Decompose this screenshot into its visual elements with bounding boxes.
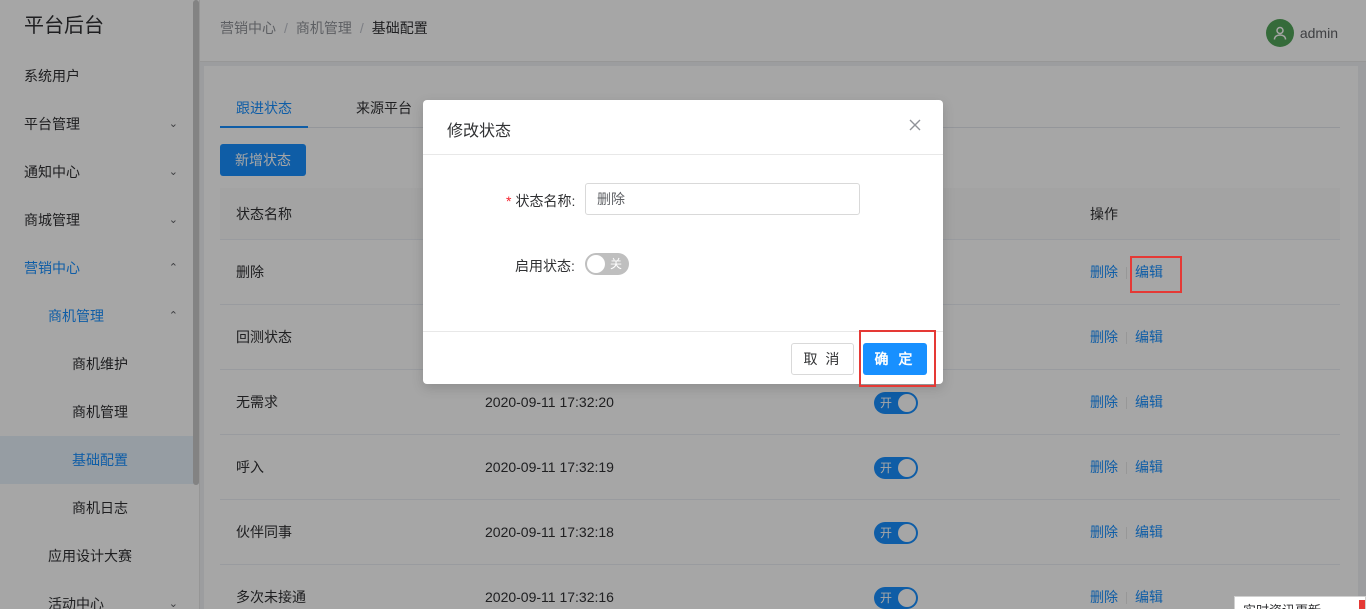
status-name-label: * 状态名称: — [506, 191, 575, 211]
dialog-title: 修改状态 — [447, 123, 512, 140]
highlight-confirm-button — [859, 330, 936, 387]
switch-knob — [587, 255, 605, 273]
enable-status-switch[interactable]: 关 — [585, 253, 629, 275]
required-mark: * — [506, 193, 512, 209]
switch-text: 关 — [609, 257, 622, 271]
cancel-button[interactable]: 取 消 — [791, 343, 854, 375]
dialog-body: *状态名称: 启用状态: 关 — [423, 155, 943, 331]
status-name-input[interactable] — [585, 183, 860, 215]
dialog-header: 修改状态 — [423, 100, 943, 155]
close-icon[interactable] — [907, 117, 923, 133]
news-widget[interactable]: 实时资讯更新 — [1234, 596, 1366, 609]
highlight-edit-link — [1130, 256, 1182, 293]
status-name-label-text: 状态名称: — [515, 193, 576, 209]
enable-status-label: 启用状态: — [515, 258, 575, 274]
news-badge-icon — [1359, 600, 1365, 609]
news-widget-text: 实时资讯更新 — [1243, 600, 1321, 609]
